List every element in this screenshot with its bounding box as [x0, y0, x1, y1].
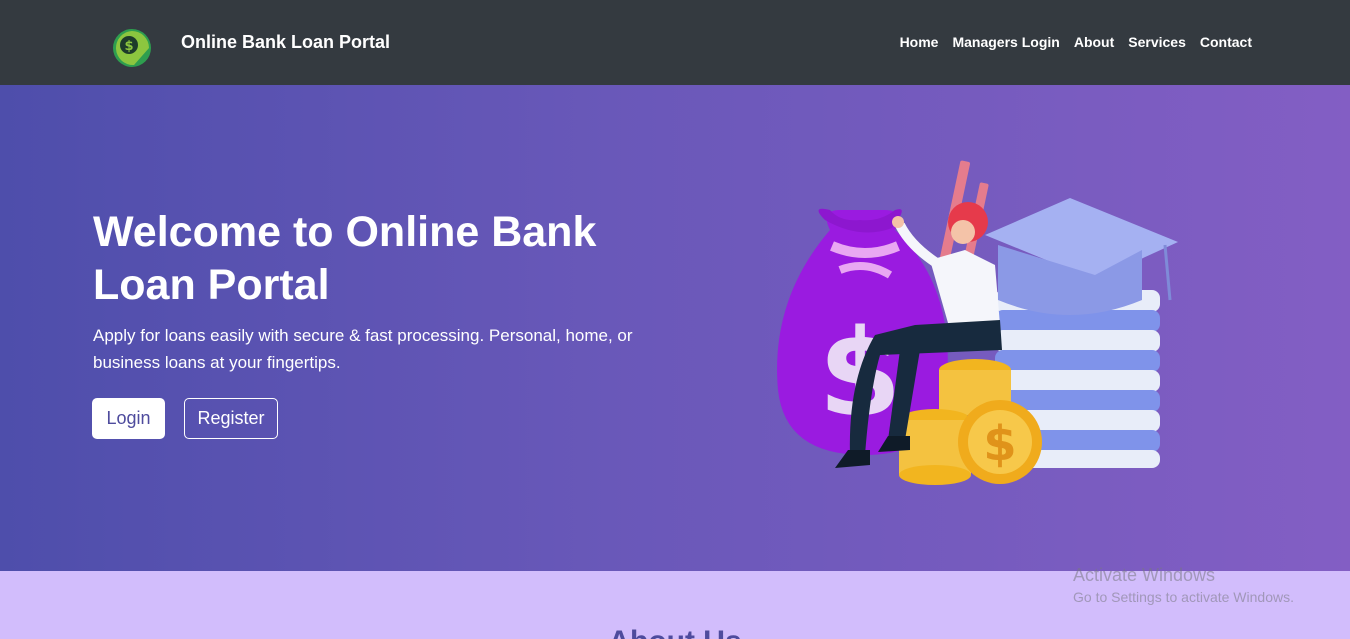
- brand-title[interactable]: Online Bank Loan Portal: [181, 32, 390, 53]
- login-button[interactable]: Login: [92, 398, 165, 439]
- about-heading: About Us: [0, 625, 1350, 639]
- nav-link-managers-login[interactable]: Managers Login: [952, 34, 1059, 50]
- svg-text:$: $: [124, 39, 133, 54]
- hero-section: Welcome to Online Bank Loan Portal Apply…: [0, 85, 1350, 571]
- svg-text:$: $: [983, 416, 1016, 472]
- nav-links: Home Managers Login About Services Conta…: [900, 34, 1252, 50]
- nav-link-contact[interactable]: Contact: [1200, 34, 1252, 50]
- watermark-title: Activate Windows: [1073, 565, 1216, 585]
- hero-subtitle: Apply for loans easily with secure & fas…: [93, 326, 633, 372]
- navbar: $ Online Bank Loan Portal Home Managers …: [0, 0, 1350, 85]
- watermark-subtitle: Go to Settings to activate Windows.: [1073, 589, 1294, 605]
- nav-link-about[interactable]: About: [1074, 34, 1114, 50]
- money-bag-books-coins-illustration: $: [777, 160, 1178, 485]
- nav-link-home[interactable]: Home: [900, 34, 939, 50]
- hero-title: Welcome to Online Bank Loan Portal: [93, 208, 597, 309]
- register-button[interactable]: Register: [184, 398, 278, 439]
- dollar-leaf-icon[interactable]: $: [112, 28, 152, 68]
- activate-windows-watermark: Activate Windows Go to Settings to activ…: [1073, 565, 1294, 605]
- nav-link-services[interactable]: Services: [1128, 34, 1186, 50]
